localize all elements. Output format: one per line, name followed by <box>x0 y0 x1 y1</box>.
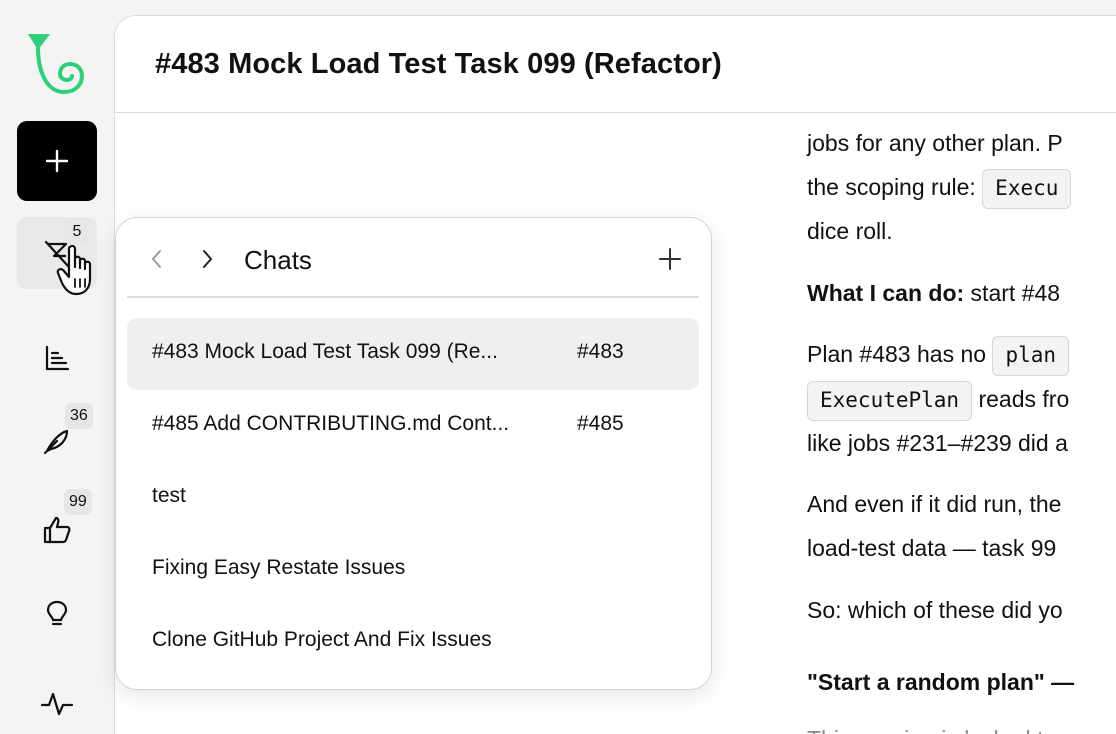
chat-id: #485 <box>577 412 624 435</box>
feather-icon <box>43 429 69 455</box>
plus-icon <box>659 248 681 270</box>
chat-list-item[interactable]: test <box>127 462 699 534</box>
feedback-badge: 36 <box>65 403 93 429</box>
logo-icon[interactable] <box>24 30 88 100</box>
content-line: like jobs #231–#239 did a <box>807 430 1068 456</box>
forward-button[interactable] <box>192 244 222 274</box>
activity-icon <box>40 692 74 716</box>
popover-title: Chats <box>244 245 312 275</box>
new-chat-button[interactable] <box>17 121 97 201</box>
content-line: What I can do: start #48 <box>807 271 1060 315</box>
notifications-badge: 5 <box>65 219 89 245</box>
inline-code: plan <box>992 335 1070 376</box>
likes-badge: 99 <box>64 489 92 515</box>
content-line: Plan #483 has no plan <box>807 332 1070 376</box>
content-text: start #48 <box>964 280 1061 306</box>
back-button[interactable] <box>142 244 172 274</box>
analytics-button[interactable] <box>17 322 97 394</box>
content-text: Plan #483 has no <box>807 341 993 367</box>
lightbulb-icon <box>46 600 68 626</box>
chat-title: Fixing Easy Restate Issues <box>152 556 406 579</box>
content-line: This session is locked to <box>807 717 1056 734</box>
content-line: And even if it did run, the <box>807 491 1062 517</box>
chat-list-item[interactable]: Fixing Easy Restate Issues <box>127 534 699 606</box>
sidebar-rail: 5 36 99 <box>0 0 114 734</box>
chat-list-item[interactable]: #483 Mock Load Test Task 099 (Re... #483 <box>127 318 699 390</box>
inline-code: Execu <box>982 168 1072 209</box>
chevron-right-icon <box>203 250 212 268</box>
likes-button[interactable]: 99 <box>17 489 97 566</box>
feedback-button[interactable]: 36 <box>17 403 97 477</box>
content-line: dice roll. <box>807 218 893 244</box>
chat-id: #483 <box>577 340 624 363</box>
chevron-left-icon <box>152 250 161 268</box>
divider <box>127 296 699 298</box>
content-line: So: which of these did yo <box>807 597 1063 623</box>
chat-list-item[interactable]: #485 Add CONTRIBUTING.md Cont... #485 <box>127 390 699 462</box>
chat-title: Clone GitHub Project And Fix Issues <box>152 628 492 651</box>
content-text: reads fro <box>972 386 1070 412</box>
content-text: the scoping rule: <box>807 174 983 200</box>
chats-popover: Chats #483 Mock Load Test Task 099 (Re..… <box>115 217 712 690</box>
content-line: ExecutePlan reads fro <box>807 377 1069 421</box>
inline-code: ExecutePlan <box>807 380 973 421</box>
chat-header: #483 Mock Load Test Task 099 (Refactor) <box>115 16 1116 113</box>
chat-title: #485 Add CONTRIBUTING.md Cont... <box>152 412 510 435</box>
chats-popover-header: Chats <box>116 218 711 298</box>
page-title: #483 Mock Load Test Task 099 (Refactor) <box>155 48 722 80</box>
chat-title: #483 Mock Load Test Task 099 (Re... <box>152 340 498 363</box>
content-line: load-test data — task 99 <box>807 535 1057 561</box>
content-line: the scoping rule: Execu <box>807 165 1072 209</box>
content-line: jobs for any other plan. P <box>807 130 1063 156</box>
chat-title: test <box>152 484 186 507</box>
chart-icon <box>45 345 70 371</box>
thumbs-up-icon <box>43 516 71 544</box>
chat-list-item[interactable]: Clone GitHub Project And Fix Issues <box>127 606 699 678</box>
plus-icon <box>45 149 69 173</box>
new-chat-popover-button[interactable] <box>655 244 685 274</box>
notifications-button[interactable]: 5 <box>17 217 97 289</box>
content-bold: What I can do: <box>807 280 965 306</box>
activity-button[interactable] <box>17 668 97 734</box>
content-heading: "Start a random plan" — <box>807 669 1075 695</box>
ideas-button[interactable] <box>17 578 97 650</box>
